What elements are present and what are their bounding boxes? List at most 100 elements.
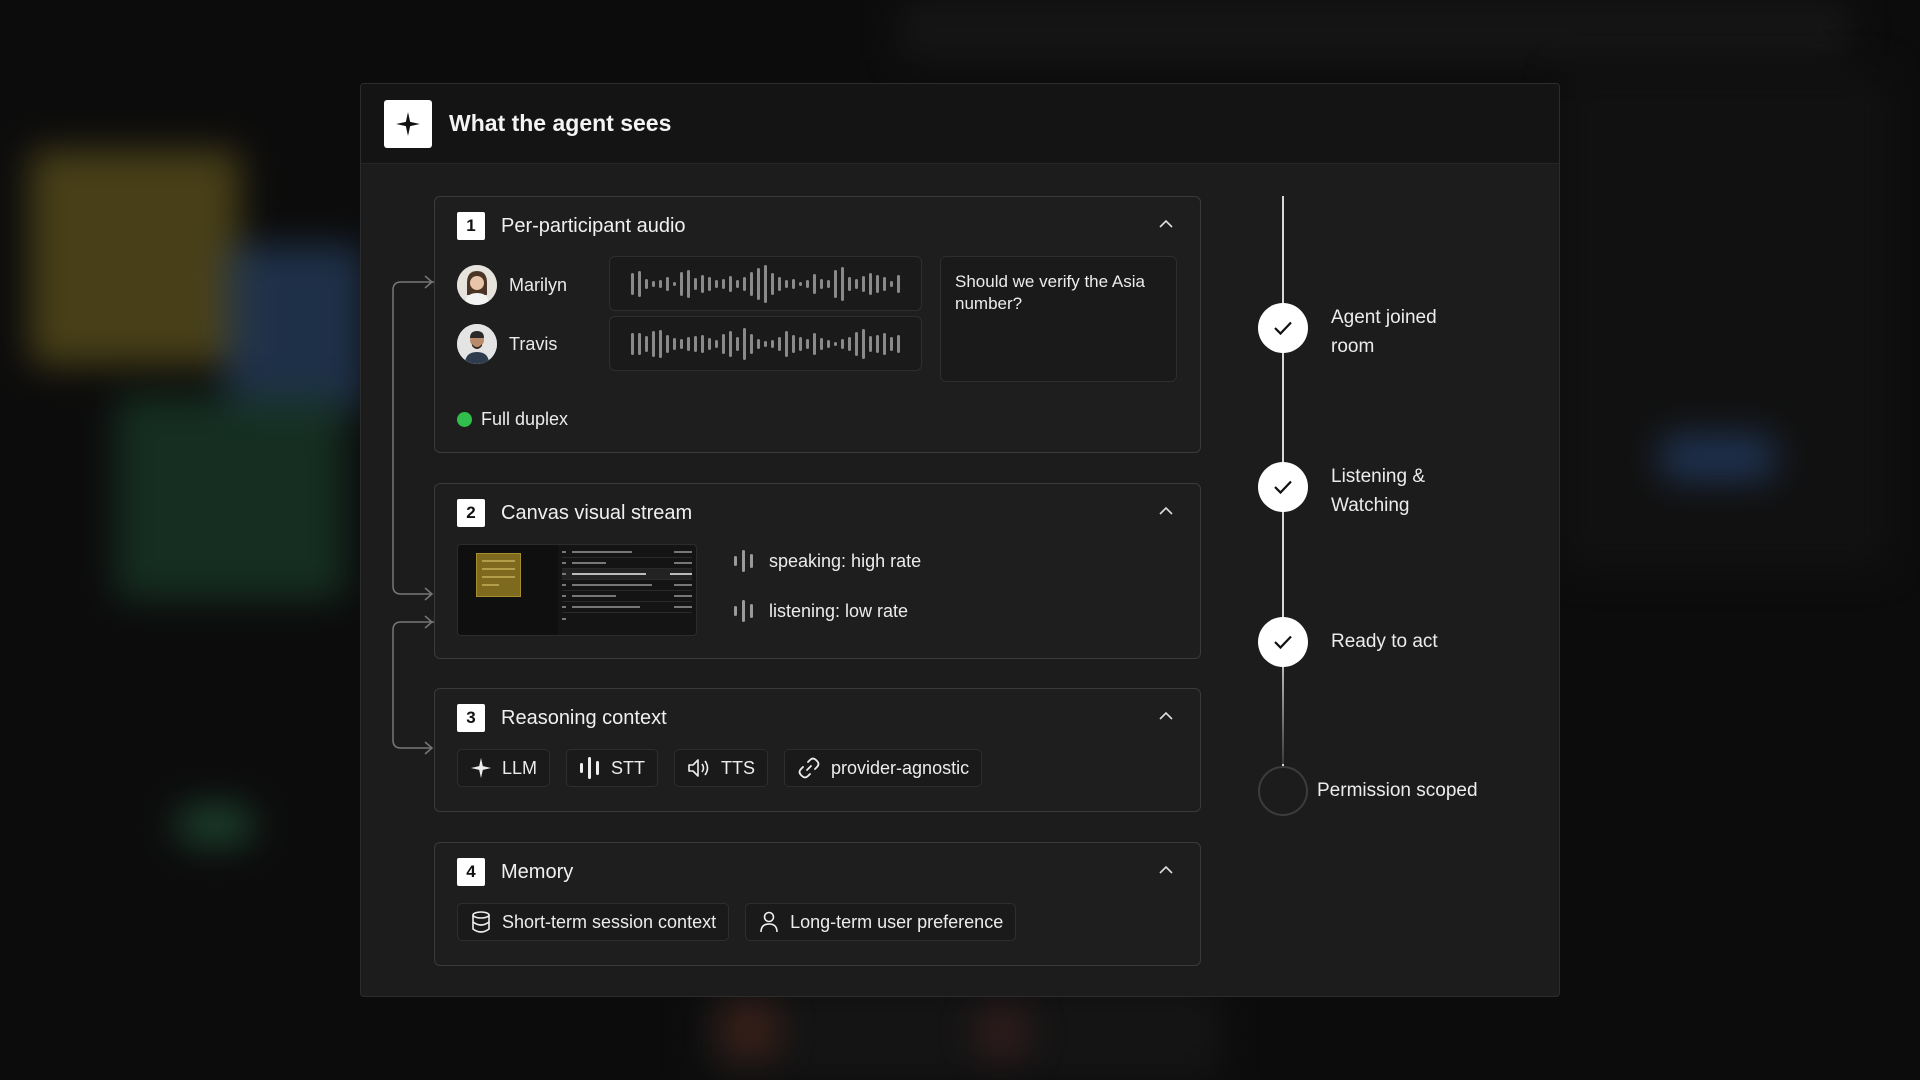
section-number-badge: 3	[457, 704, 485, 732]
flow-connectors	[392, 275, 434, 755]
chip-label: Short-term session context	[502, 911, 717, 932]
waveform-bar	[806, 279, 809, 288]
sparkle-icon	[470, 757, 492, 779]
section-reasoning-context: 3 Reasoning context LLM STT TTS provider…	[434, 688, 1201, 812]
check-icon	[1258, 462, 1308, 512]
chevron-up-icon[interactable]	[1158, 219, 1174, 229]
waveform-bar	[708, 276, 711, 291]
waveform-bar	[813, 273, 816, 294]
waveform-bar	[680, 338, 683, 349]
section-canvas-visual-stream: 2 Canvas visual stream speaking: high ra…	[434, 483, 1201, 659]
waveform-bar	[743, 276, 746, 291]
waveform-bar	[729, 330, 732, 357]
waveform-bar	[666, 334, 669, 353]
waveform-bar	[722, 278, 725, 289]
chip-label: TTS	[721, 757, 756, 778]
timeline-step-permission: Permission scoped	[1258, 766, 1517, 816]
check-icon	[1258, 617, 1308, 667]
section-title: Reasoning context	[501, 706, 667, 729]
waveform-bar	[673, 281, 676, 286]
section-header: 3 Reasoning context	[457, 704, 667, 732]
waveform-bar	[778, 336, 781, 351]
waveform-bar	[694, 335, 697, 352]
waveform-bar	[687, 269, 690, 298]
waveform-bar	[715, 339, 718, 348]
chevron-up-icon[interactable]	[1158, 711, 1174, 721]
background-card-blue	[225, 245, 365, 410]
waveform-bar	[652, 330, 655, 357]
check-icon	[1258, 303, 1308, 353]
waveform-bar	[792, 334, 795, 353]
section-title: Memory	[501, 860, 574, 883]
rate-speaking: speaking: high rate	[733, 548, 921, 574]
background-dock-button	[975, 1005, 1030, 1060]
section-title: Per-participant audio	[501, 214, 686, 237]
waveform-bar	[750, 333, 753, 354]
waveform-bar	[701, 334, 704, 353]
participant-name: Marilyn	[509, 274, 568, 295]
avatar	[457, 324, 497, 364]
waveform-bar	[771, 272, 774, 295]
waveform-bar	[631, 272, 634, 295]
thumbnail-card	[476, 553, 521, 597]
waveform-bar	[645, 278, 648, 289]
waveform-bar	[680, 271, 683, 296]
waveform-bar	[827, 339, 830, 348]
waveform-bar	[813, 332, 816, 355]
background-button-blue	[1660, 435, 1775, 480]
transcript-snippet: Should we verify the Asia number?	[940, 256, 1177, 382]
chip-tts[interactable]: TTS	[674, 749, 769, 787]
waveform-bar	[743, 327, 746, 360]
section-header: 4 Memory	[457, 858, 573, 886]
chip-short-term-memory[interactable]: Short-term session context	[457, 903, 730, 941]
thumbnail-table	[562, 547, 692, 624]
waveform-bar	[638, 270, 641, 297]
waveform-bar	[876, 274, 879, 293]
timeline-step-label: Permission scoped	[1317, 780, 1478, 801]
waveform-bar	[855, 278, 858, 289]
waveform-bar	[638, 332, 641, 355]
section-number-badge: 4	[457, 858, 485, 886]
waveform-bar	[820, 337, 823, 350]
section-header: 1 Per-participant audio	[457, 212, 686, 240]
audio-waveform-travis	[609, 316, 922, 371]
section-number-badge: 2	[457, 499, 485, 527]
background-topbar	[900, 0, 1850, 60]
reasoning-chips: LLM STT TTS provider-agnostic	[457, 749, 983, 787]
user-icon	[760, 911, 778, 933]
waveform-bar	[673, 337, 676, 350]
waveform-bar	[841, 266, 844, 301]
waveform-bar	[750, 271, 753, 296]
timeline-step-label: Agent joined room	[1331, 307, 1437, 357]
section-memory: 4 Memory Short-term session context Long…	[434, 842, 1201, 966]
chip-llm[interactable]: LLM	[457, 749, 551, 787]
rate-label: listening: low rate	[769, 600, 909, 621]
waveform-bar	[869, 335, 872, 352]
section-number-badge: 1	[457, 212, 485, 240]
avatar	[457, 265, 497, 305]
waveform-bar	[862, 328, 865, 359]
chip-stt[interactable]: STT	[566, 749, 659, 787]
audio-waveform-marilyn	[609, 256, 922, 311]
waveform-bar	[757, 267, 760, 300]
waveform-bar	[736, 336, 739, 351]
waveform-bar	[785, 279, 788, 288]
waveform-bar	[876, 334, 879, 353]
chevron-up-icon[interactable]	[1158, 506, 1174, 516]
chip-long-term-memory[interactable]: Long-term user preference	[745, 903, 1017, 941]
chip-provider-agnostic[interactable]: provider-agnostic	[784, 749, 983, 787]
timeline-step-listening: Listening & Watching	[1258, 462, 1481, 520]
waveform-bar	[799, 336, 802, 351]
waveform-bar	[715, 279, 718, 288]
waveform-bar	[701, 274, 704, 293]
sparkle-icon	[384, 99, 432, 148]
duplex-status: Full duplex	[457, 409, 568, 430]
canvas-thumbnail	[457, 544, 697, 636]
waveform-bar	[890, 336, 893, 351]
chevron-up-icon[interactable]	[1158, 865, 1174, 875]
rate-label: speaking: high rate	[769, 550, 922, 571]
waveform-bar	[652, 280, 655, 287]
waveform-bar	[841, 338, 844, 349]
participant-marilyn: Marilyn	[457, 265, 567, 305]
status-dot	[457, 412, 472, 427]
